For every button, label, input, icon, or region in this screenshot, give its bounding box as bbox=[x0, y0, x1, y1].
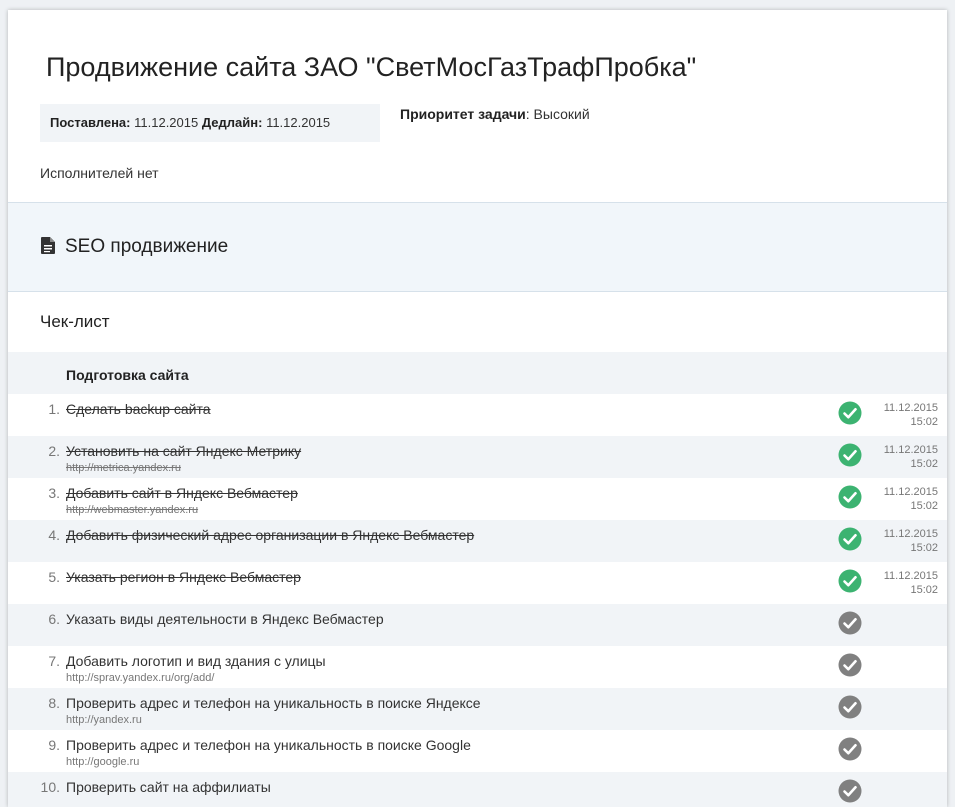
item-text: Проверить адрес и телефон на уникальност… bbox=[66, 737, 471, 753]
item-time: 15:02 bbox=[910, 500, 938, 512]
check-done-icon[interactable] bbox=[838, 485, 862, 509]
task-card: Продвижение сайта ЗАО "СветМосГазТрафПро… bbox=[8, 10, 947, 807]
dates-panel: Поставлена: 11.12.2015 Дедлайн: 11.12.20… bbox=[40, 104, 380, 142]
item-timestamp: 11.12.2015 15:02 bbox=[884, 569, 938, 597]
item-number: 3. bbox=[48, 485, 60, 501]
item-time: 15:02 bbox=[910, 416, 938, 428]
checklist-item[interactable]: 5. Указать регион в Яндекс Вебмастер 11.12… bbox=[8, 562, 947, 604]
checklist-item[interactable]: 10. Проверить сайт на аффилиаты bbox=[8, 772, 947, 807]
checklist-group-header: Подготовка сайта bbox=[8, 352, 947, 394]
item-number: 10. bbox=[40, 779, 60, 795]
checklist-title: Чек-лист bbox=[40, 312, 110, 331]
checklist-item[interactable]: 9. Проверить адрес и телефон на уникально… bbox=[8, 730, 947, 772]
item-number: 7. bbox=[48, 653, 60, 669]
check-done-icon[interactable] bbox=[838, 401, 862, 425]
priority-value: : Высокий bbox=[525, 106, 590, 122]
item-time: 15:02 bbox=[910, 542, 938, 554]
item-text: Сделать backup сайта bbox=[66, 401, 211, 417]
item-timestamp: 11.12.2015 15:02 bbox=[884, 485, 938, 513]
item-date: 11.12.2015 bbox=[883, 570, 938, 582]
checklist-item[interactable]: 4. Добавить физический адрес организации … bbox=[8, 520, 947, 562]
checklist-item[interactable]: 6. Указать виды деятельности в Яндекс Веб… bbox=[8, 604, 947, 646]
checklist-item[interactable]: 7. Добавить логотип и вид здания с улицы h… bbox=[8, 646, 947, 688]
posted-value: 11.12.2015 bbox=[134, 115, 199, 130]
item-number: 4. bbox=[48, 527, 60, 543]
check-pending-icon[interactable] bbox=[838, 779, 862, 803]
checklist-item[interactable]: 8. Проверить адрес и телефон на уникально… bbox=[8, 688, 947, 730]
group-title: Подготовка сайта bbox=[66, 367, 189, 383]
check-pending-icon[interactable] bbox=[838, 611, 862, 635]
check-done-icon[interactable] bbox=[838, 569, 862, 593]
item-text: Добавить сайт в Яндекс Вебмастер bbox=[66, 485, 298, 501]
item-text: Указать виды деятельности в Яндекс Вебма… bbox=[66, 611, 384, 627]
item-number: 1. bbox=[48, 401, 60, 417]
item-link[interactable]: http://google.ru bbox=[66, 756, 139, 768]
check-done-icon[interactable] bbox=[838, 527, 862, 551]
section-header: SEO продвижение bbox=[8, 202, 947, 292]
item-date: 11.12.2015 bbox=[883, 528, 938, 540]
item-number: 2. bbox=[48, 443, 60, 459]
item-link[interactable]: http://webmaster.yandex.ru bbox=[66, 504, 198, 516]
checklist-item[interactable]: 2. Установить на сайт Яндекс Метрику http:… bbox=[8, 436, 947, 478]
deadline-value: 11.12.2015 bbox=[266, 115, 331, 130]
item-timestamp: 11.12.2015 15:02 bbox=[884, 401, 938, 429]
check-done-icon[interactable] bbox=[838, 443, 862, 467]
item-text: Добавить физический адрес организации в … bbox=[66, 527, 475, 543]
executors-text: Исполнителей нет bbox=[40, 165, 159, 181]
item-link[interactable]: http://metrica.yandex.ru bbox=[66, 462, 181, 474]
check-pending-icon[interactable] bbox=[838, 737, 862, 761]
item-time: 15:02 bbox=[910, 458, 938, 470]
item-text: Указать регион в Яндекс Вебмастер bbox=[66, 569, 301, 585]
checklist-item[interactable]: 3. Добавить сайт в Яндекс Вебмастер http:/… bbox=[8, 478, 947, 520]
item-number: 5. bbox=[48, 569, 60, 585]
checklist-items: 1. Сделать backup сайта 11.12.2015 15:02 2. У… bbox=[8, 394, 947, 807]
item-timestamp: 11.12.2015 15:02 bbox=[884, 443, 938, 471]
section-title: SEO продвижение bbox=[65, 236, 229, 257]
item-number: 8. bbox=[48, 695, 60, 711]
item-link[interactable]: http://sprav.yandex.ru/org/add/ bbox=[66, 672, 214, 684]
check-pending-icon[interactable] bbox=[838, 653, 862, 677]
item-text: Добавить логотип и вид здания с улицы bbox=[66, 653, 326, 669]
page-title: Продвижение сайта ЗАО "СветМосГазТрафПро… bbox=[46, 52, 697, 82]
item-text: Установить на сайт Яндекс Метрику bbox=[66, 443, 302, 459]
deadline-label: Дедлайн: bbox=[201, 115, 263, 130]
priority-label: Приоритет задачи bbox=[400, 106, 526, 122]
item-timestamp: 11.12.2015 15:02 bbox=[884, 527, 938, 555]
item-date: 11.12.2015 bbox=[883, 402, 938, 414]
item-text: Проверить сайт на аффилиаты bbox=[66, 779, 271, 795]
check-pending-icon[interactable] bbox=[838, 695, 862, 719]
item-text: Проверить адрес и телефон на уникальност… bbox=[66, 695, 481, 711]
document-icon bbox=[41, 237, 55, 254]
item-number: 9. bbox=[48, 737, 60, 753]
priority: Приоритет задачи: Высокий bbox=[400, 106, 590, 122]
posted-label: Поставлена: bbox=[50, 115, 131, 130]
item-time: 15:02 bbox=[910, 584, 938, 596]
checklist-item[interactable]: 1. Сделать backup сайта 11.12.2015 15:02 bbox=[8, 394, 947, 436]
item-link[interactable]: http://yandex.ru bbox=[66, 714, 142, 726]
item-date: 11.12.2015 bbox=[883, 444, 938, 456]
item-date: 11.12.2015 bbox=[883, 486, 938, 498]
item-number: 6. bbox=[48, 611, 60, 627]
